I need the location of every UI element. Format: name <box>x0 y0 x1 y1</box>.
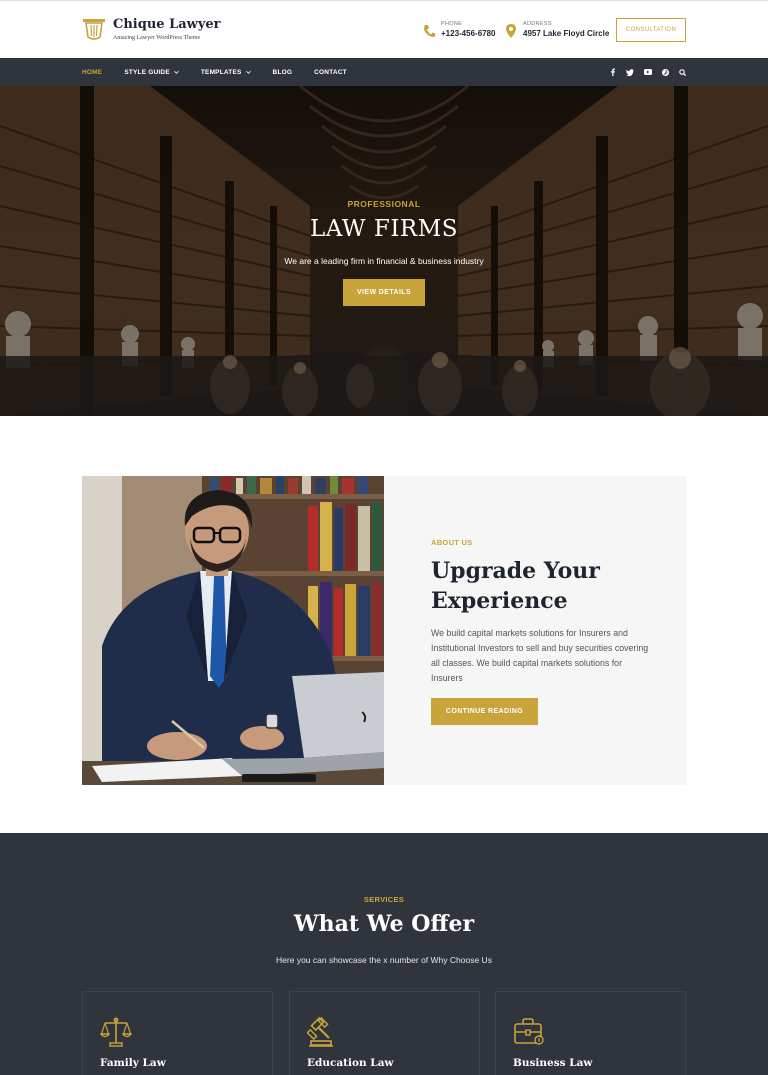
facebook-icon[interactable] <box>609 68 616 76</box>
hero-kicker: PROFESSIONAL <box>347 199 421 209</box>
nav-item-label: BLOG <box>272 68 293 76</box>
lawyer-at-desk-image <box>82 476 384 785</box>
map-pin-icon <box>506 24 516 38</box>
address-value: 4957 Lake Floyd Circle <box>523 29 610 38</box>
nav-item-label: HOME <box>82 68 103 76</box>
consultation-button[interactable]: CONSULTATION <box>616 18 686 42</box>
briefcase-icon <box>514 1018 544 1045</box>
about-title: Upgrade Your Experience <box>431 558 600 614</box>
service-card-family-law[interactable]: Family Law <box>82 991 273 1075</box>
services-title: What We Offer <box>293 911 475 937</box>
nav-item-label: TEMPLATES <box>200 68 242 76</box>
services-kicker: SERVICES <box>363 895 405 904</box>
main-navigation: HOME STYLE GUIDE TEMPLATES BLOG CONTACT <box>0 58 768 86</box>
nav-item-templates[interactable]: TEMPLATES <box>201 69 251 76</box>
services-subtitle: Here you can showcase the x number of Wh… <box>276 955 492 965</box>
scales-icon <box>100 1017 132 1047</box>
about-section: ABOUT US Upgrade Your Experience We buil… <box>82 476 686 785</box>
site-title[interactable]: Chique Lawyer <box>113 17 221 33</box>
hero-title: LAW FIRMS <box>309 216 459 242</box>
phone-icon <box>424 25 435 37</box>
phone-label: PHONE <box>441 21 463 27</box>
pinterest-icon[interactable] <box>662 68 669 76</box>
about-content-panel: ABOUT US Upgrade Your Experience We buil… <box>384 476 686 785</box>
site-logo[interactable]: Chique Lawyer Amazing Lawyer WordPress T… <box>82 17 221 41</box>
pillar-logo-icon <box>83 19 105 40</box>
gavel-icon <box>307 1016 333 1047</box>
hero-subtitle: We are a leading firm in financial & bus… <box>284 256 484 266</box>
about-kicker: ABOUT US <box>431 538 473 547</box>
site-header: Chique Lawyer Amazing Lawyer WordPress T… <box>0 0 768 58</box>
continue-reading-button[interactable]: CONTINUE READING <box>431 698 538 725</box>
nav-item-home[interactable]: HOME <box>82 69 102 76</box>
lawyer-photo <box>82 476 384 785</box>
nav-item-contact[interactable]: CONTACT <box>314 69 347 76</box>
chevron-down-icon <box>173 70 179 74</box>
header-address: ADDRESS 4957 Lake Floyd Circle <box>505 20 609 40</box>
site-tagline: Amazing Lawyer WordPress Theme <box>113 35 201 41</box>
nav-item-label: STYLE GUIDE <box>124 68 170 76</box>
nav-item-label: CONTACT <box>314 68 347 76</box>
service-name: Business Law <box>513 1057 593 1069</box>
service-name: Family Law <box>100 1057 166 1069</box>
chevron-down-icon <box>245 70 251 74</box>
youtube-icon[interactable] <box>644 69 652 75</box>
header-phone: PHONE +123-456-6780 <box>423 20 496 40</box>
twitter-icon[interactable] <box>626 68 634 76</box>
address-label: ADDRESS <box>523 21 552 27</box>
search-icon[interactable] <box>679 68 686 76</box>
view-details-button[interactable]: VIEW DETAILS <box>343 279 425 306</box>
service-name: Education Law <box>307 1057 394 1069</box>
phone-value[interactable]: +123-456-6780 <box>441 28 496 40</box>
services-section: SERVICES What We Offer Here you can show… <box>0 833 768 1075</box>
service-card-education-law[interactable]: Education Law <box>289 991 480 1075</box>
nav-item-style-guide[interactable]: STYLE GUIDE <box>124 69 179 76</box>
nav-item-blog[interactable]: BLOG <box>273 69 293 76</box>
about-description: We build capital markets solutions for I… <box>431 628 649 683</box>
service-card-business-law[interactable]: Business Law <box>495 991 686 1075</box>
hero-banner: PROFESSIONAL LAW FIRMS We are a leading … <box>0 86 768 416</box>
